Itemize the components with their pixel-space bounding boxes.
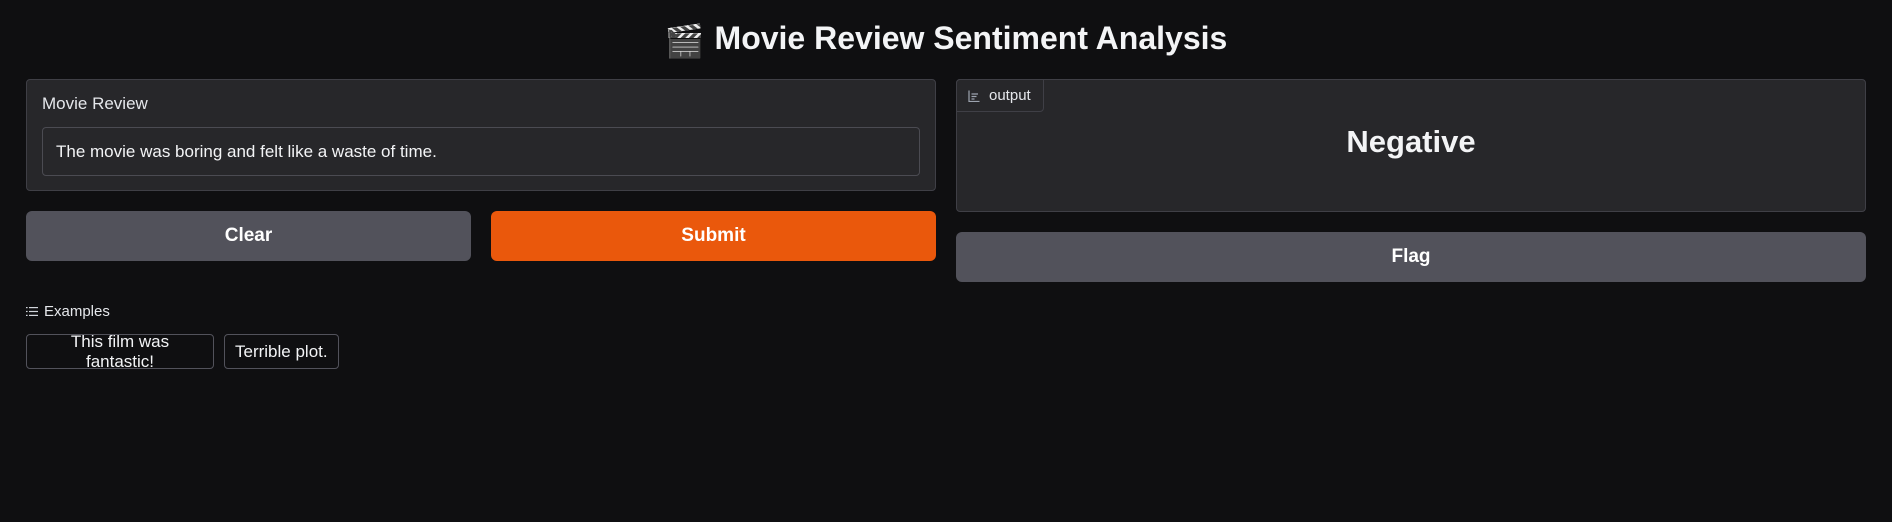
clear-button[interactable]: Clear	[26, 211, 471, 261]
bar-chart-icon	[968, 90, 980, 102]
movie-review-panel: Movie Review	[26, 79, 936, 191]
page-title: 🎬 Movie Review Sentiment Analysis	[0, 16, 1892, 63]
movie-review-input[interactable]	[42, 127, 920, 176]
example-item[interactable]: This film was fantastic!	[26, 332, 214, 371]
flag-button[interactable]: Flag	[956, 232, 1866, 282]
output-panel: output Negative	[956, 79, 1866, 212]
clapperboard-icon: 🎬	[664, 23, 705, 59]
sentiment-result: Negative	[1346, 124, 1476, 159]
examples-header-label: Examples	[44, 303, 110, 320]
page-title-text: Movie Review Sentiment Analysis	[714, 20, 1228, 56]
list-icon	[26, 306, 38, 317]
submit-button[interactable]: Submit	[491, 211, 936, 261]
examples-header: Examples	[26, 303, 110, 320]
output-tab: output	[956, 79, 1044, 112]
movie-review-label: Movie Review	[42, 94, 148, 113]
example-item[interactable]: Terrible plot.	[224, 334, 339, 369]
output-tab-label: output	[989, 87, 1031, 104]
